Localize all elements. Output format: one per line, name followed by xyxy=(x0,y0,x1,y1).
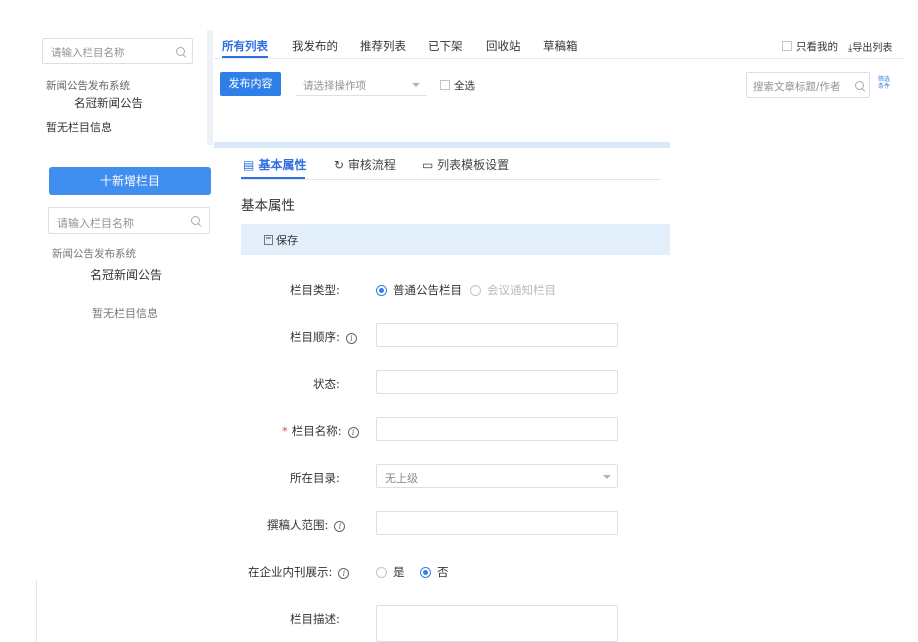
save-icon xyxy=(264,235,273,245)
tab-recommended[interactable]: 推荐列表 xyxy=(360,38,406,54)
required-mark: * xyxy=(282,424,288,438)
radio-meeting-column: 会议通知栏目 xyxy=(470,282,556,298)
toolbar: 保存 xyxy=(241,224,670,255)
tree-child[interactable]: 名冠新闻公告 xyxy=(90,266,162,283)
status-input[interactable] xyxy=(376,370,618,394)
select-all-checkbox[interactable]: 全选 xyxy=(440,78,475,93)
column-name-text: 栏目名称: xyxy=(291,424,342,438)
empty-text: 暂无栏目信息 xyxy=(92,307,158,320)
radio-no[interactable]: 否 xyxy=(420,564,449,580)
filter-conditions-button[interactable]: 筛选条件 xyxy=(878,76,892,90)
tab-review-label: 审核流程 xyxy=(347,158,396,172)
info-icon[interactable]: i xyxy=(338,568,350,579)
author-scope-label: 撰稿人范围: i xyxy=(267,517,346,533)
checkbox-icon[interactable] xyxy=(440,80,450,90)
tab-divider xyxy=(241,179,661,180)
refresh-icon: ↻ xyxy=(334,158,348,172)
tab-my-published[interactable]: 我发布的 xyxy=(292,38,338,54)
checkbox-icon[interactable] xyxy=(782,41,792,51)
radio-icon xyxy=(470,285,481,296)
radio-checked-icon[interactable] xyxy=(420,567,431,578)
bg-empty-text: 暂无栏目信息 xyxy=(46,121,112,134)
only-mine-label: 只看我的 xyxy=(796,41,838,53)
bg-column-search-placeholder: 请输入栏目名称 xyxy=(51,47,125,59)
radio-icon[interactable] xyxy=(376,567,387,578)
search-icon[interactable] xyxy=(176,47,186,57)
column-order-text: 栏目顺序: xyxy=(290,330,340,344)
tab-basic-label: 基本属性 xyxy=(258,158,307,172)
column-search-placeholder: 请输入栏目名称 xyxy=(57,217,134,230)
operation-select-placeholder: 请选择操作项 xyxy=(303,80,366,92)
tab-all-list[interactable]: 所有列表 xyxy=(222,38,268,54)
publish-content-button[interactable]: 发布内容 xyxy=(220,72,281,96)
select-all-label: 全选 xyxy=(454,80,475,92)
radio-yes-label: 是 xyxy=(393,565,405,579)
column-order-input[interactable] xyxy=(376,323,618,347)
tab-template-label: 列表模板设置 xyxy=(437,158,510,172)
document-icon: ▤ xyxy=(243,158,259,172)
tab-drafts[interactable]: 草稿箱 xyxy=(543,38,578,54)
chevron-down-icon xyxy=(603,475,611,479)
article-search-placeholder: 搜索文章标题/作者 xyxy=(753,81,841,93)
section-title: 基本属性 xyxy=(241,198,295,214)
export-list-button[interactable]: ⤓导出列表 xyxy=(848,39,892,54)
tab-recycle-bin[interactable]: 回收站 xyxy=(486,38,521,54)
bg-tree-root[interactable]: 新闻公告发布系统 xyxy=(46,78,130,93)
author-scope-text: 撰稿人范围: xyxy=(267,518,329,532)
column-name-label: * 栏目名称: i xyxy=(282,423,359,439)
save-label: 保存 xyxy=(276,234,298,247)
tab-divider xyxy=(214,58,904,59)
fg-sidebar-edge xyxy=(36,580,37,642)
description-textarea[interactable] xyxy=(376,605,618,642)
description-label: 栏目描述: xyxy=(290,612,340,626)
operation-select[interactable]: 请选择操作项 xyxy=(296,72,427,96)
radio-checked-icon[interactable] xyxy=(376,285,387,296)
tree-root[interactable]: 新闻公告发布系统 xyxy=(52,246,136,261)
intranet-display-label: 在企业内刊展示: i xyxy=(248,564,350,580)
search-icon[interactable] xyxy=(855,81,865,91)
column-order-label: 栏目顺序: i xyxy=(290,329,357,345)
column-search-input[interactable]: 请输入栏目名称 xyxy=(48,207,210,234)
radio-no-label: 否 xyxy=(437,565,449,579)
template-icon: ▭ xyxy=(422,158,438,172)
info-icon[interactable]: i xyxy=(347,427,359,438)
tab-review-flow[interactable]: ↻ 审核流程 xyxy=(334,156,396,173)
only-mine-checkbox[interactable]: 只看我的 xyxy=(782,39,838,54)
tab-offline[interactable]: 已下架 xyxy=(428,38,463,54)
radio-normal-column[interactable]: 普通公告栏目 xyxy=(376,282,462,298)
bg-tree-child[interactable]: 名冠新闻公告 xyxy=(74,95,143,111)
info-icon[interactable]: i xyxy=(334,521,346,532)
directory-label: 所在目录: xyxy=(290,471,340,485)
radio-yes[interactable]: 是 xyxy=(376,564,405,580)
directory-select[interactable]: 无上级 xyxy=(376,464,618,488)
article-search-input[interactable]: 搜索文章标题/作者 xyxy=(746,72,870,98)
bg-divider xyxy=(207,30,213,145)
info-icon[interactable]: i xyxy=(345,333,357,344)
search-icon[interactable] xyxy=(191,216,201,226)
radio-meeting-label: 会议通知栏目 xyxy=(487,283,556,297)
export-label: 导出列表 xyxy=(852,43,893,54)
intranet-display-text: 在企业内刊展示: xyxy=(248,565,333,579)
bg-column-search-input[interactable]: 请输入栏目名称 xyxy=(42,38,193,64)
tab-list-template[interactable]: ▭ 列表模板设置 xyxy=(422,156,509,173)
column-name-input[interactable] xyxy=(376,417,618,441)
save-button[interactable]: 保存 xyxy=(264,232,298,248)
author-scope-input[interactable] xyxy=(376,511,618,535)
chevron-down-icon xyxy=(412,83,420,87)
tab-basic-properties[interactable]: ▤ 基本属性 xyxy=(243,156,307,173)
page: 请输入栏目名称 新闻公告发布系统 名冠新闻公告 暂无栏目信息 所有列表 我发布的… xyxy=(0,0,918,642)
radio-normal-label: 普通公告栏目 xyxy=(393,283,462,297)
add-column-button[interactable]: 十新增栏目 xyxy=(49,167,211,195)
bg-highlight-strip xyxy=(214,142,670,148)
directory-value: 无上级 xyxy=(385,472,418,485)
status-label: 状态: xyxy=(313,377,340,391)
column-type-label: 栏目类型: xyxy=(290,283,340,297)
